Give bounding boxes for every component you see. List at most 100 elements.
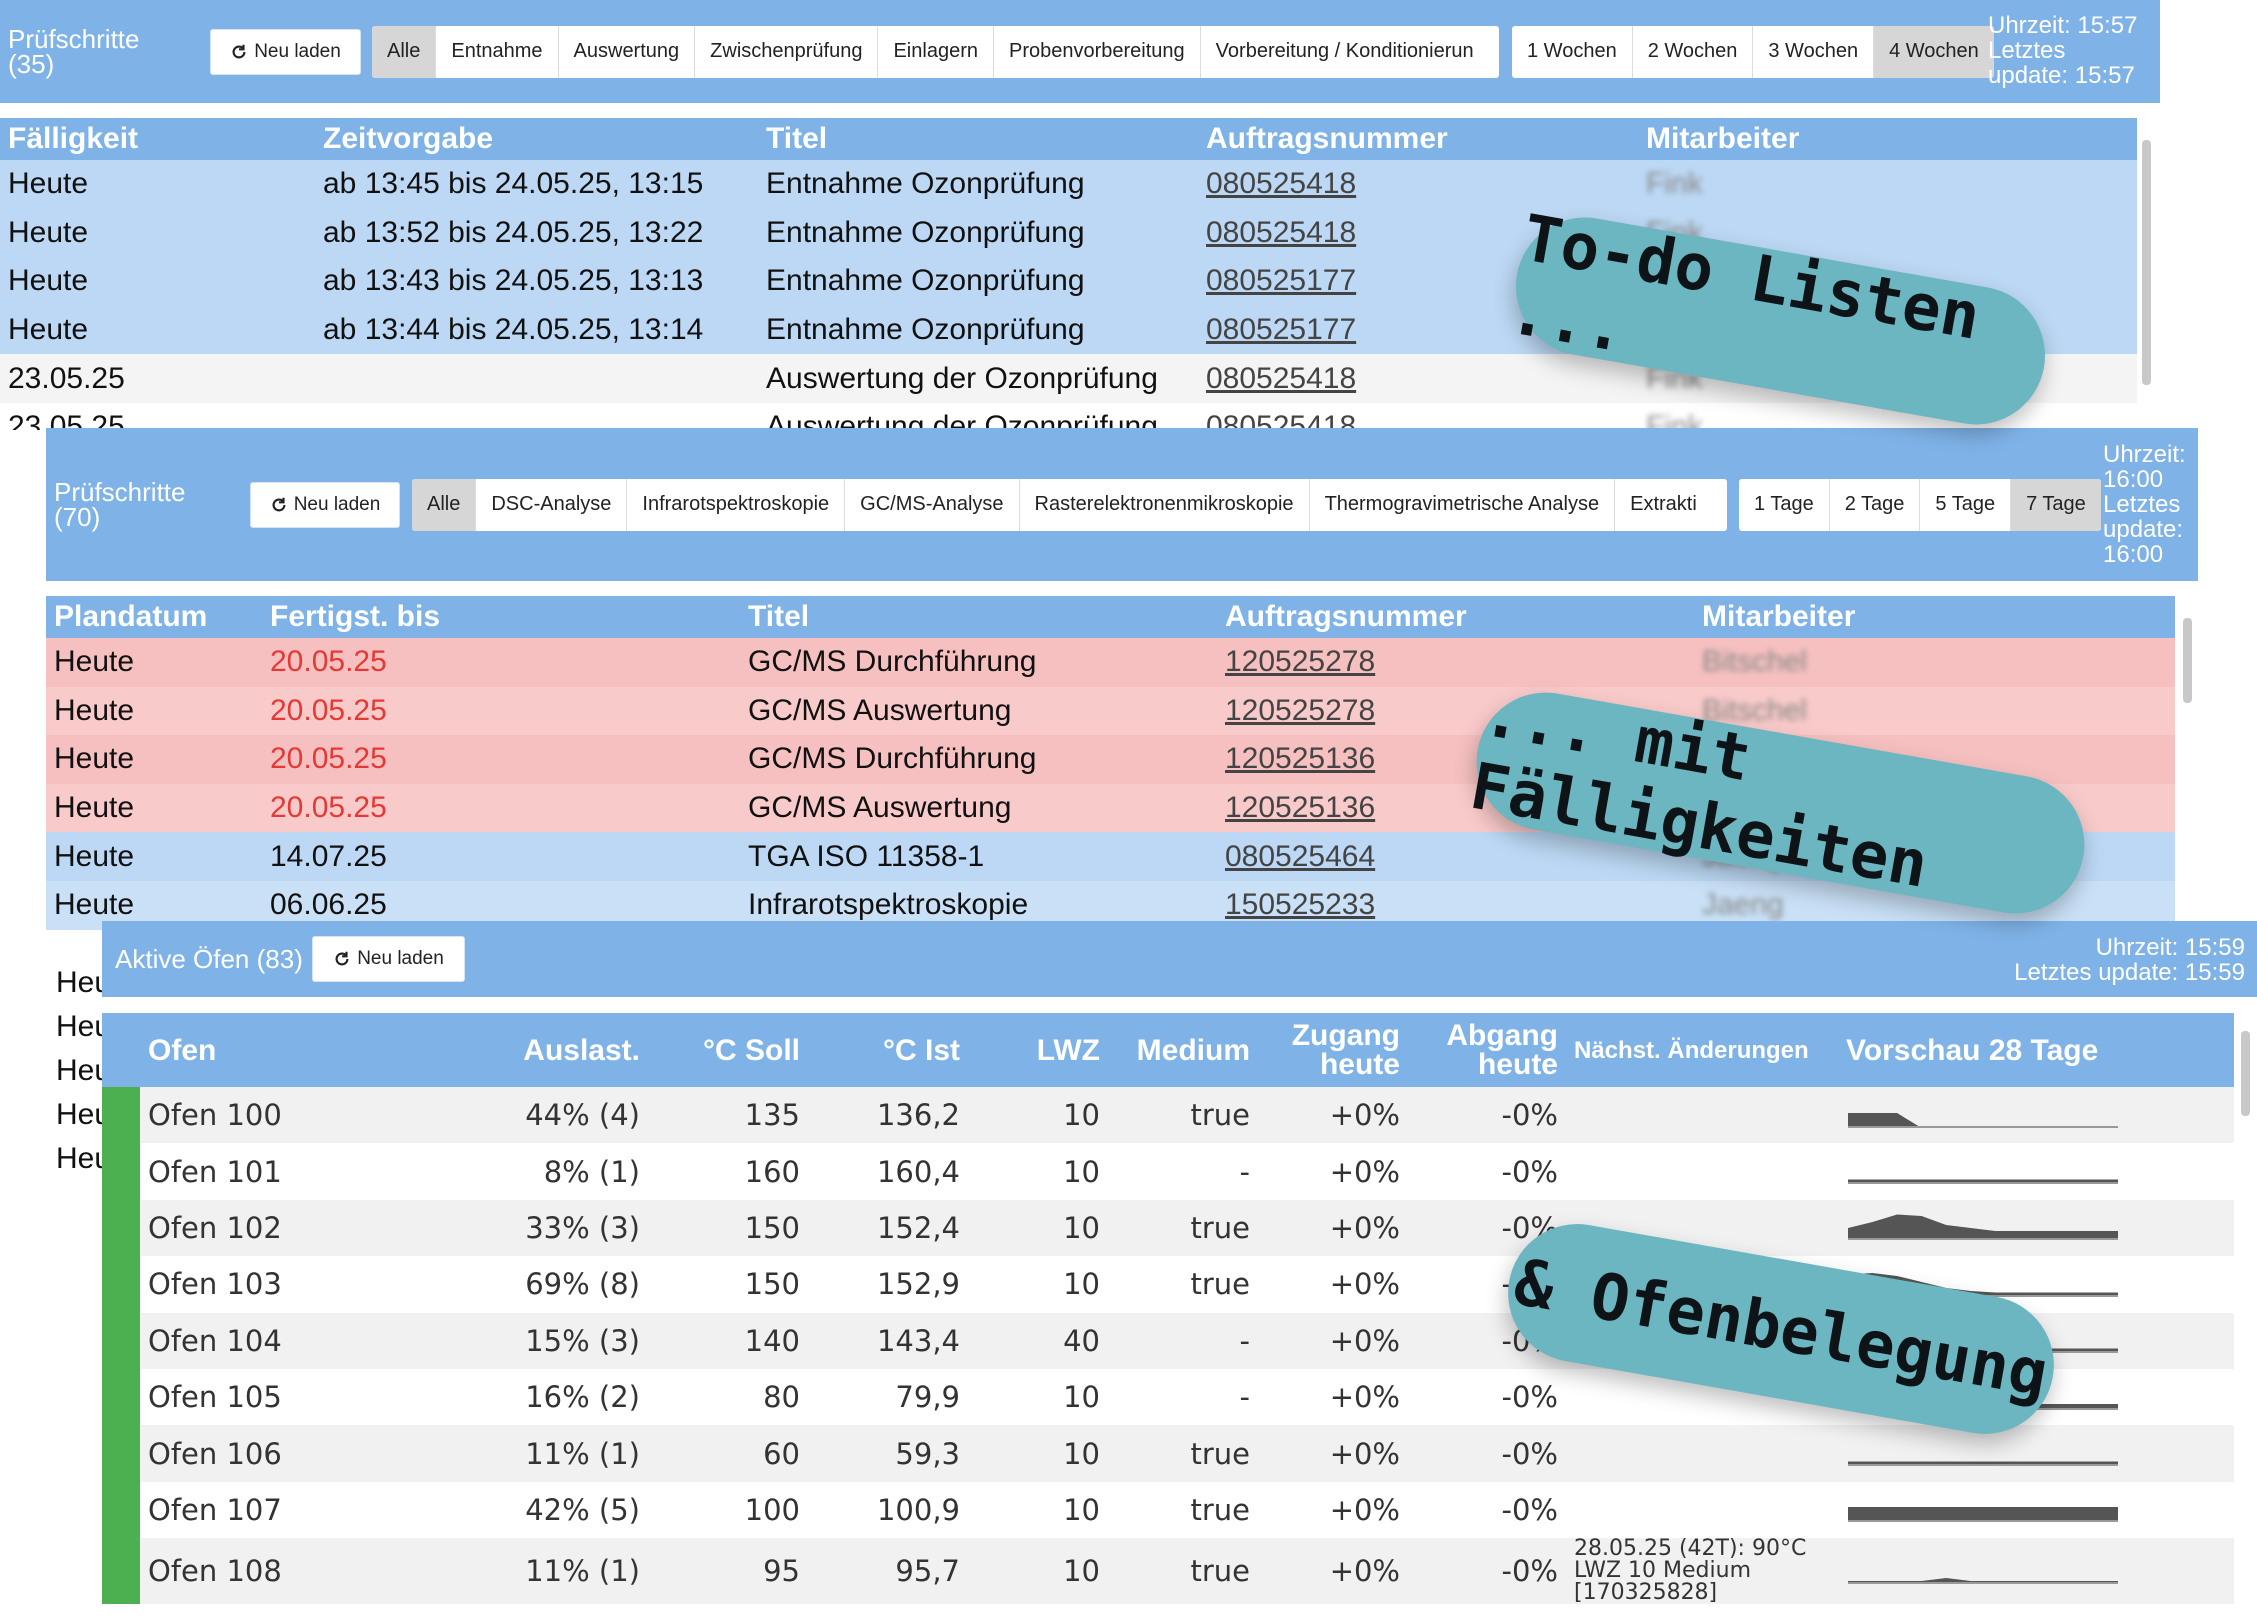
panel1-range-group: 1 Wochen 2 Wochen 3 Wochen 4 Wochen <box>1512 25 1994 78</box>
oven-row[interactable]: Ofen 101 8% (1) 160 160,4 10 - +0% -0% <box>102 1143 2234 1200</box>
cell-medium: true <box>1190 1436 1250 1471</box>
table-row[interactable]: Heute 20.05.25 GC/MS Auswertung 120525278 Bi… <box>46 686 2175 736</box>
oven-status-bar <box>102 1538 140 1605</box>
order-link[interactable]: 120525278 <box>1225 645 1375 678</box>
cell-oven: Ofen 101 <box>148 1154 282 1189</box>
order-link[interactable]: 080525418 <box>1206 167 1356 200</box>
cell-load: 16% (2) <box>525 1380 640 1415</box>
filter-tab[interactable]: Extrakti <box>1615 479 1712 531</box>
range-tab[interactable]: 3 Wochen <box>1753 25 1875 78</box>
range-tab[interactable]: 2 Wochen <box>1633 25 1754 78</box>
order-link[interactable]: 150525233 <box>1225 888 1375 921</box>
panel2-scrollbar[interactable] <box>2183 618 2192 703</box>
table-row[interactable]: Heute ab 13:52 bis 24.05.25, 13:22 Entnahm… <box>0 208 2137 258</box>
col-header[interactable]: Auftragsnummer <box>1217 596 1694 638</box>
cell-set-temp: 95 <box>763 1554 800 1589</box>
order-link[interactable]: 080525177 <box>1206 313 1356 346</box>
table-row[interactable]: 23.05.25 Auswertung der Ozonprüfung 080525… <box>0 402 2137 430</box>
cell-oven: Ofen 107 <box>148 1492 282 1527</box>
filter-tab[interactable]: GC/MS-Analyse <box>845 478 1020 531</box>
clock-label: Letztes <box>2103 491 2181 518</box>
col-lwz[interactable]: LWZ <box>968 1013 1108 1087</box>
cell-oven: Ofen 105 <box>148 1380 282 1415</box>
order-link[interactable]: 080525418 <box>1206 216 1356 249</box>
table-row[interactable]: Heute ab 13:45 bis 24.05.25, 13:15 Entnahm… <box>0 160 2137 209</box>
order-link[interactable]: 120525278 <box>1225 694 1375 727</box>
filter-tab[interactable]: Zwischenprüfung <box>695 25 879 78</box>
oven-row[interactable]: Ofen 108 11% (1) 95 95,7 10 true +0% -0% 28.05.2… <box>102 1538 2234 1605</box>
cell-load: 11% (1) <box>525 1436 640 1471</box>
range-tab[interactable]: 2 Tage <box>1830 478 1921 531</box>
cell-lwz: 40 <box>1063 1323 1100 1358</box>
oven-row[interactable]: Ofen 107 42% (5) 100 100,9 10 true +0% -0% <box>102 1481 2234 1539</box>
filter-tab[interactable]: Vorbereitung / Konditionierun <box>1201 26 1489 78</box>
filter-tab[interactable]: Rasterelektronenmikroskopie <box>1020 478 1310 531</box>
cell-preview <box>1838 1425 2234 1481</box>
col-medium[interactable]: Medium <box>1108 1013 1258 1087</box>
cell-staff: Bitschel <box>1694 638 2175 687</box>
reload-button[interactable]: Neu laden <box>250 481 400 528</box>
order-link[interactable]: 080525464 <box>1225 840 1375 873</box>
panel3-scrollbar[interactable] <box>2241 1031 2250 1116</box>
reload-label: Neu laden <box>357 948 444 969</box>
col-preview[interactable]: Vorschau 28 Tage <box>1838 1013 2234 1087</box>
order-link[interactable]: 080525418 <box>1206 362 1356 395</box>
col-header[interactable]: Titel <box>740 596 1217 638</box>
range-tab[interactable]: 1 Tage <box>1739 478 1830 531</box>
cell-title: GC/MS Auswertung <box>748 693 1012 727</box>
order-link[interactable]: 120525136 <box>1225 742 1375 775</box>
range-tab[interactable]: 1 Wochen <box>1512 25 1633 78</box>
col-load[interactable]: Auslast. <box>430 1013 648 1087</box>
filter-tab[interactable]: Probenvorbereitung <box>994 25 1201 78</box>
reload-button[interactable]: Neu laden <box>312 936 465 982</box>
cell-time <box>315 354 758 403</box>
reload-button[interactable]: Neu laden <box>210 28 361 75</box>
filter-tab[interactable]: Einlagern <box>878 25 994 78</box>
cell-medium: - <box>1239 1380 1250 1415</box>
filter-tab[interactable]: Thermogravimetrische Analyse <box>1310 478 1616 531</box>
cell-medium: true <box>1190 1554 1250 1589</box>
panel1-scrollbar[interactable] <box>2142 140 2151 385</box>
order-link[interactable]: 080525177 <box>1206 264 1356 297</box>
filter-tab[interactable]: Alle <box>372 25 437 78</box>
cell-preview <box>1838 1482 2234 1538</box>
clock-time: Uhrzeit: 15:57 <box>1988 12 2138 39</box>
cell-actual-temp: 152,4 <box>876 1210 960 1245</box>
range-tab[interactable]: 5 Tage <box>1920 478 2012 531</box>
oven-status-bar <box>102 1312 140 1369</box>
oven-row[interactable]: Ofen 100 44% (4) 135 136,2 10 true +0% -0% <box>102 1087 2234 1144</box>
filter-tab[interactable]: Entnahme <box>436 25 559 78</box>
col-header[interactable]: Zeitvorgabe <box>315 118 758 160</box>
col-abgang[interactable]: Abgang heute <box>1408 1013 1566 1087</box>
cell-oven: Ofen 106 <box>148 1436 282 1471</box>
cell-lwz: 10 <box>1063 1380 1100 1415</box>
sparkline-area <box>1848 1214 2118 1241</box>
col-set-temp[interactable]: °C Soll <box>648 1013 808 1087</box>
col-header[interactable]: Fertigst. bis <box>262 596 740 638</box>
col-header[interactable]: Auftragsnummer <box>1198 118 1638 160</box>
oven-row[interactable]: Ofen 102 33% (3) 150 152,4 10 true +0% -0% <box>102 1199 2234 1257</box>
preview-sparkline <box>1848 1179 2118 1185</box>
filter-tab[interactable]: Alle <box>412 478 477 531</box>
panel1-title: Prüfschritte (35) <box>0 26 205 77</box>
order-link[interactable]: 120525136 <box>1225 791 1375 824</box>
col-zugang[interactable]: Zugang heute <box>1258 1013 1408 1087</box>
col-header[interactable]: Plandatum <box>46 596 262 638</box>
col-next-changes[interactable]: Nächst. Änderungen <box>1566 1013 1838 1087</box>
cell-zugang: +0% <box>1329 1098 1400 1133</box>
col-actual-temp[interactable]: °C Ist <box>808 1013 968 1087</box>
col-header[interactable]: Titel <box>758 118 1198 160</box>
oven-row[interactable]: Ofen 106 11% (1) 60 59,3 10 true +0% -0% <box>102 1425 2234 1482</box>
filter-tab[interactable]: DSC-Analyse <box>476 478 628 531</box>
range-tab[interactable]: 4 Wochen <box>1874 25 1994 78</box>
filter-tab[interactable]: Auswertung <box>559 25 696 78</box>
col-oven[interactable]: Ofen <box>140 1013 430 1087</box>
col-header[interactable]: Mitarbeiter <box>1638 118 2137 160</box>
col-header[interactable]: Fälligkeit <box>0 118 315 160</box>
staff-name: Jaeng <box>1702 888 1784 922</box>
col-header[interactable]: Mitarbeiter <box>1694 596 2175 638</box>
filter-tab[interactable]: Infrarotspektroskopie <box>627 478 846 531</box>
table-row[interactable]: Heute 20.05.25 GC/MS Durchführung 120525278… <box>46 638 2175 687</box>
range-tab[interactable]: 7 Tage <box>2011 478 2101 531</box>
cell-set-temp: 60 <box>763 1436 800 1471</box>
